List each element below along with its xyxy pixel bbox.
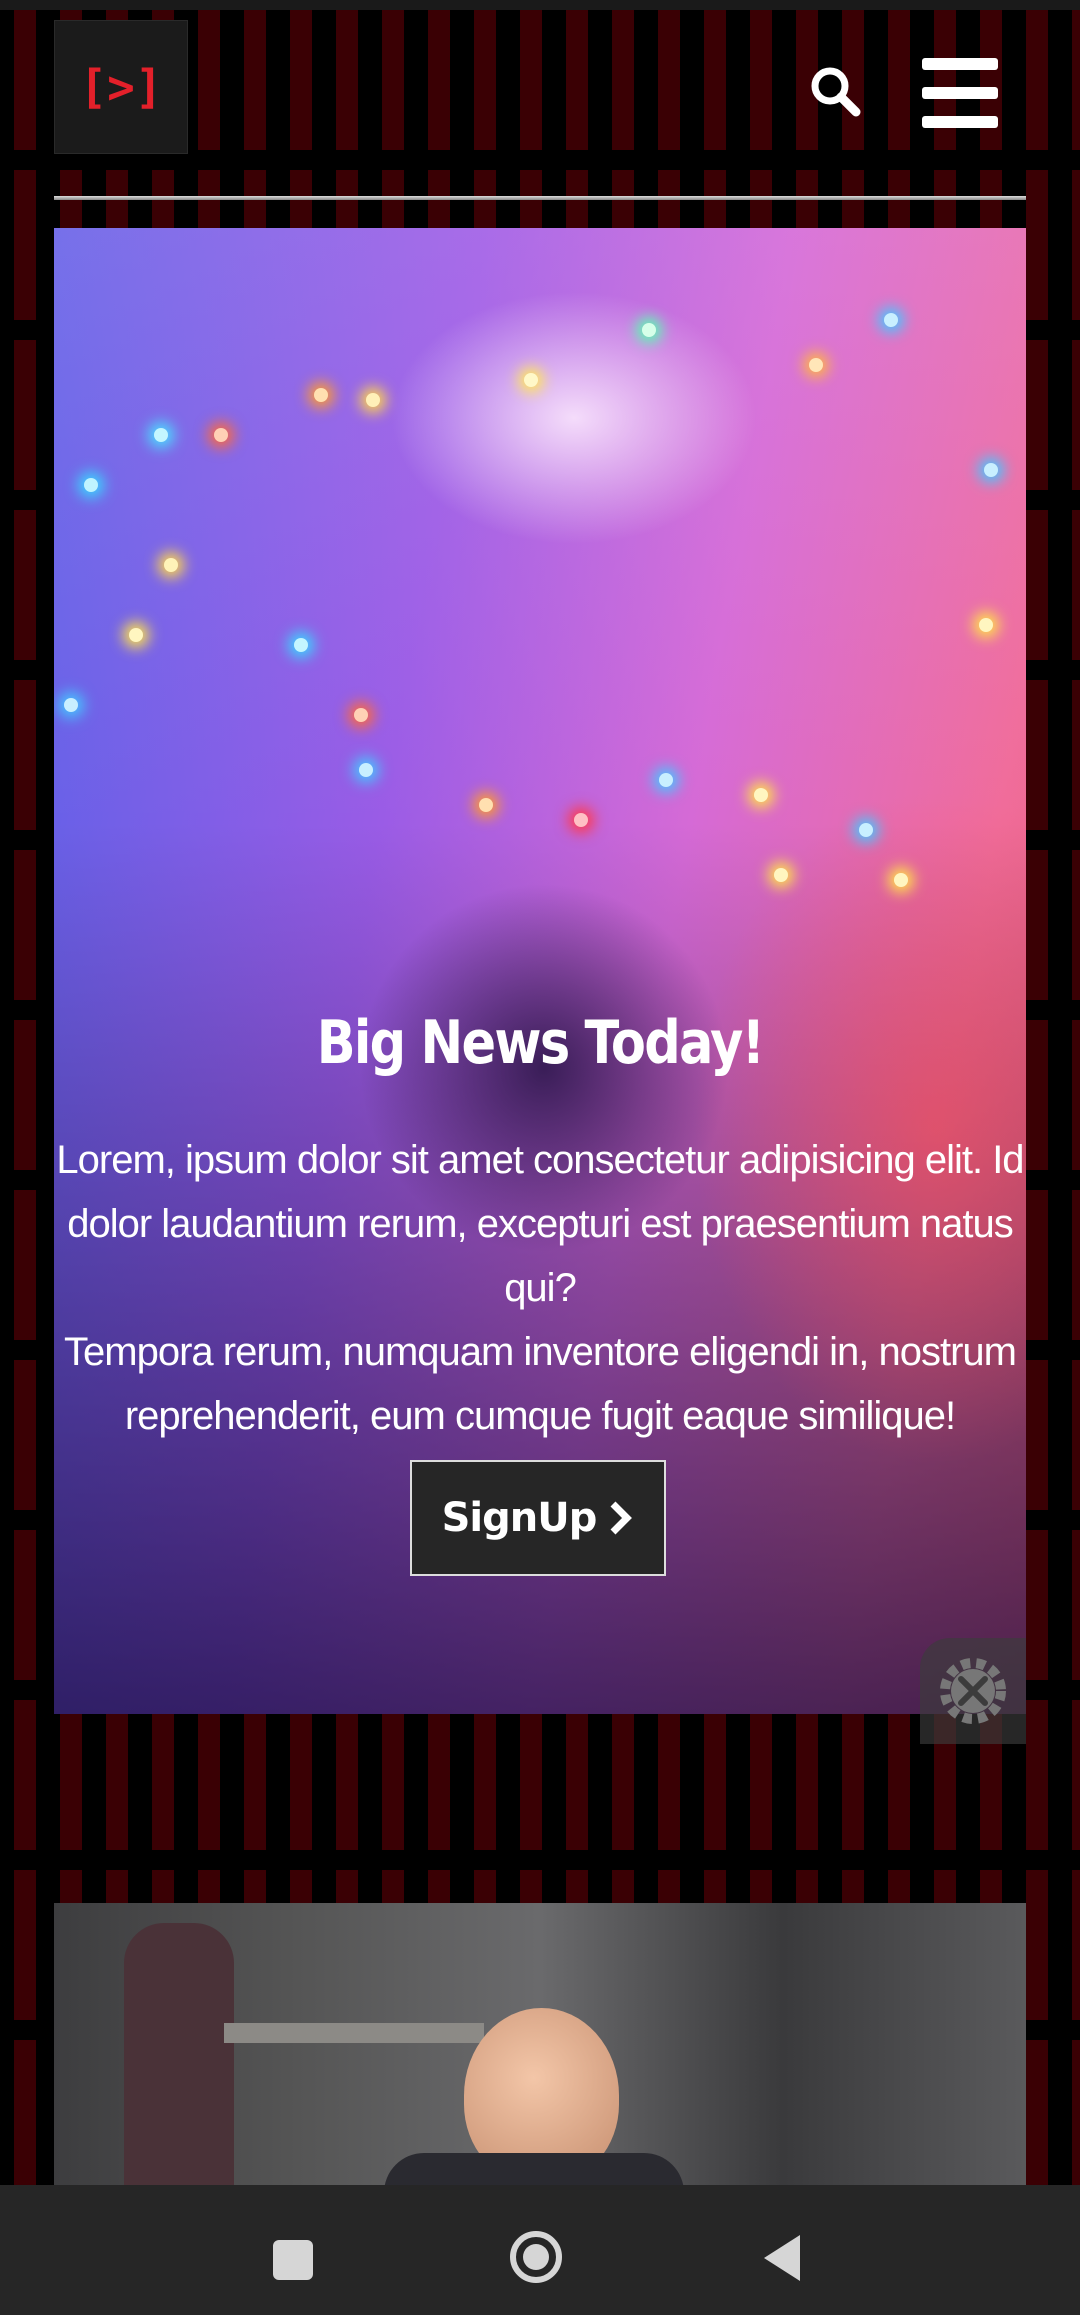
news-photo[interactable]	[54, 1903, 1026, 2185]
hamburger-menu-icon	[922, 58, 998, 70]
string-light	[809, 358, 823, 372]
string-light	[659, 773, 673, 787]
photo-person	[124, 1923, 234, 2185]
hamburger-line	[922, 87, 998, 99]
string-light	[84, 478, 98, 492]
hero-description-line: Tempora rerum, numquam inventore eligend…	[64, 1330, 1017, 1374]
hero-description-line: dolor laudantium rerum, excepturi est pr…	[67, 1202, 1014, 1310]
string-light	[859, 823, 873, 837]
hero-description: Lorem, ipsum dolor sit amet consectetur …	[54, 1128, 1026, 1448]
string-light	[524, 373, 538, 387]
triangle-back-icon	[764, 2235, 800, 2281]
string-light	[214, 428, 228, 442]
menu-button[interactable]	[922, 58, 998, 130]
string-light	[359, 763, 373, 777]
string-light	[64, 698, 78, 712]
settings-tools-icon	[940, 1658, 1006, 1724]
system-navigation-bar	[0, 2185, 1080, 2315]
status-strip	[0, 0, 1080, 10]
photo-person-body	[384, 2153, 684, 2185]
hero-title: Big News Today!	[316, 1008, 765, 1078]
search-icon	[811, 67, 861, 117]
string-light	[129, 628, 143, 642]
photo-desk	[224, 2023, 484, 2043]
string-light	[164, 558, 178, 572]
hero-description-line: reprehenderit, eum cumque fugit eaque si…	[124, 1394, 956, 1438]
circle-icon	[510, 2231, 562, 2283]
string-light	[984, 463, 998, 477]
string-light	[754, 788, 768, 802]
hero-banner: Big News Today! Lorem, ipsum dolor sit a…	[54, 228, 1026, 1714]
string-light	[894, 873, 908, 887]
hamburger-line	[922, 116, 998, 128]
signup-button[interactable]: SignUp	[410, 1460, 666, 1576]
search-button[interactable]	[806, 62, 866, 122]
recents-button[interactable]	[273, 2240, 313, 2280]
string-light	[154, 428, 168, 442]
signup-label: SignUp	[441, 1495, 598, 1541]
chevron-right-icon	[610, 1501, 633, 1535]
back-button[interactable]	[760, 2231, 804, 2285]
header-divider	[54, 196, 1026, 200]
string-light	[479, 798, 493, 812]
string-light	[294, 638, 308, 652]
string-light	[366, 393, 380, 407]
string-light	[642, 323, 656, 337]
string-light	[314, 388, 328, 402]
home-button[interactable]	[509, 2230, 563, 2284]
string-light	[774, 868, 788, 882]
string-light	[574, 813, 588, 827]
hero-description-line: Lorem, ipsum dolor sit amet consectetur …	[56, 1138, 1024, 1182]
string-light	[884, 313, 898, 327]
site-logo[interactable]: [>]	[54, 20, 188, 154]
string-light	[979, 618, 993, 632]
settings-button[interactable]	[920, 1638, 1026, 1744]
string-light	[354, 708, 368, 722]
site-header: [>]	[54, 20, 1026, 200]
